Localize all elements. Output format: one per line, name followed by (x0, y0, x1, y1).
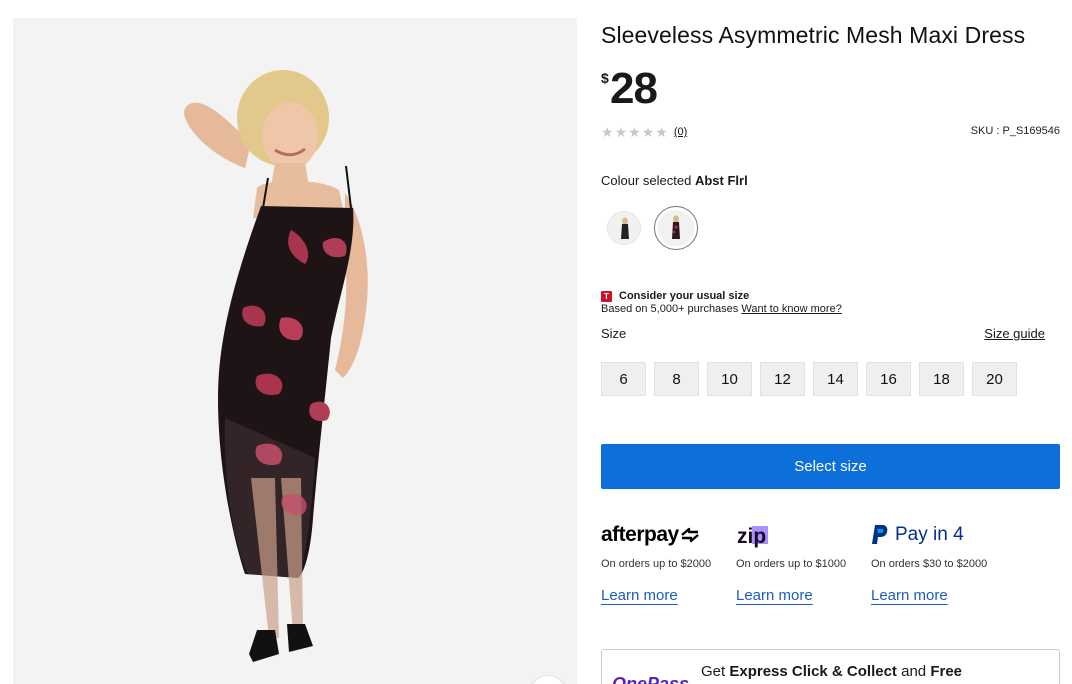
colour-value: Abst Flrl (694, 173, 748, 188)
fit-badge-icon: T (601, 291, 612, 302)
select-size-button[interactable]: Select size (601, 444, 1060, 489)
size-option[interactable]: 8 (654, 362, 699, 396)
price-currency: $ (601, 70, 609, 86)
colour-swatch-selected[interactable] (654, 206, 698, 250)
fit-subtitle: Based on 5,000+ purchases Want to know m… (601, 303, 842, 315)
size-option[interactable]: 14 (813, 362, 858, 396)
size-option[interactable]: 6 (601, 362, 646, 396)
swatch-thumbnail (608, 212, 640, 244)
review-count-link[interactable]: (0) (674, 126, 687, 138)
onepass-promo[interactable]: OnePass Get Express Click & Collect and … (601, 649, 1060, 684)
size-label: Size (601, 326, 627, 341)
model-dress-illustration (13, 18, 577, 684)
size-guide-link[interactable]: Size guide (984, 326, 1045, 341)
size-option[interactable]: 20 (972, 362, 1017, 396)
onepass-logo: OnePass (612, 674, 690, 684)
afterpay-logo: afterpay (601, 518, 731, 552)
promo-text-bold-2: Free (930, 663, 962, 680)
rating[interactable]: ★ ★ ★ ★ ★ (0) (601, 124, 687, 140)
afterpay-learn-more[interactable]: Learn more (601, 587, 678, 604)
zip-logo: zip (736, 518, 866, 552)
star-icon: ★ (614, 124, 628, 140)
afterpay-arrows-icon (680, 527, 699, 543)
product-image[interactable] (13, 18, 577, 684)
afterpay-brand: afterpay (601, 523, 679, 546)
promo-text-prefix: Get (701, 663, 730, 680)
promo-text-bold-1: Express Click & Collect (729, 663, 897, 680)
colour-swatch[interactable] (607, 211, 641, 245)
colour-label: Colour selected (601, 173, 692, 188)
size-option[interactable]: 16 (866, 362, 911, 396)
fit-subtitle-text: Based on 5,000+ purchases (601, 303, 739, 315)
product-details: Sleeveless Asymmetric Mesh Maxi Dress $ … (601, 0, 1061, 684)
size-option[interactable]: 18 (919, 362, 964, 396)
promo-text-mid: and (896, 663, 931, 680)
colour-selected: Colour selected Abst Flrl (601, 173, 748, 188)
size-option[interactable]: 12 (760, 362, 805, 396)
swatch-thumbnail (658, 210, 694, 246)
zip-learn-more[interactable]: Learn more (736, 587, 813, 604)
star-icon: ★ (601, 124, 614, 140)
payment-paypal: Pay in 4 On orders $30 to $2000 Learn mo… (871, 518, 1001, 605)
paypal-icon (872, 525, 888, 544)
sku: SKU : P_S169546 (970, 125, 1060, 137)
star-icon: ★ (655, 124, 668, 140)
afterpay-desc: On orders up to $2000 (601, 558, 712, 570)
paypal-learn-more[interactable]: Learn more (871, 587, 948, 604)
fit-learn-link[interactable]: Want to know more? (741, 303, 841, 315)
paypal-logo: Pay in 4 (871, 518, 1001, 552)
price-amount: 28 (610, 64, 658, 113)
zip-desc: On orders up to $1000 (736, 558, 847, 570)
size-options: 6 8 10 12 14 16 18 20 (601, 362, 1017, 396)
paypal-pay-in-4: Pay in 4 (895, 524, 964, 545)
star-icon: ★ (641, 124, 655, 140)
zip-brand: zip (737, 525, 766, 548)
payment-afterpay: afterpay On orders up to $2000 Learn mor… (601, 518, 731, 605)
paypal-desc: On orders $30 to $2000 (871, 558, 988, 570)
size-option[interactable]: 10 (707, 362, 752, 396)
promo-text: Get Express Click & Collect and Free (701, 663, 962, 680)
fit-title: Consider your usual size (619, 290, 750, 302)
payment-zip: zip On orders up to $1000 Learn more (736, 518, 866, 605)
zip-logo-icon: zip (737, 525, 768, 548)
product-title: Sleeveless Asymmetric Mesh Maxi Dress (601, 22, 1026, 48)
star-icon: ★ (628, 124, 641, 140)
